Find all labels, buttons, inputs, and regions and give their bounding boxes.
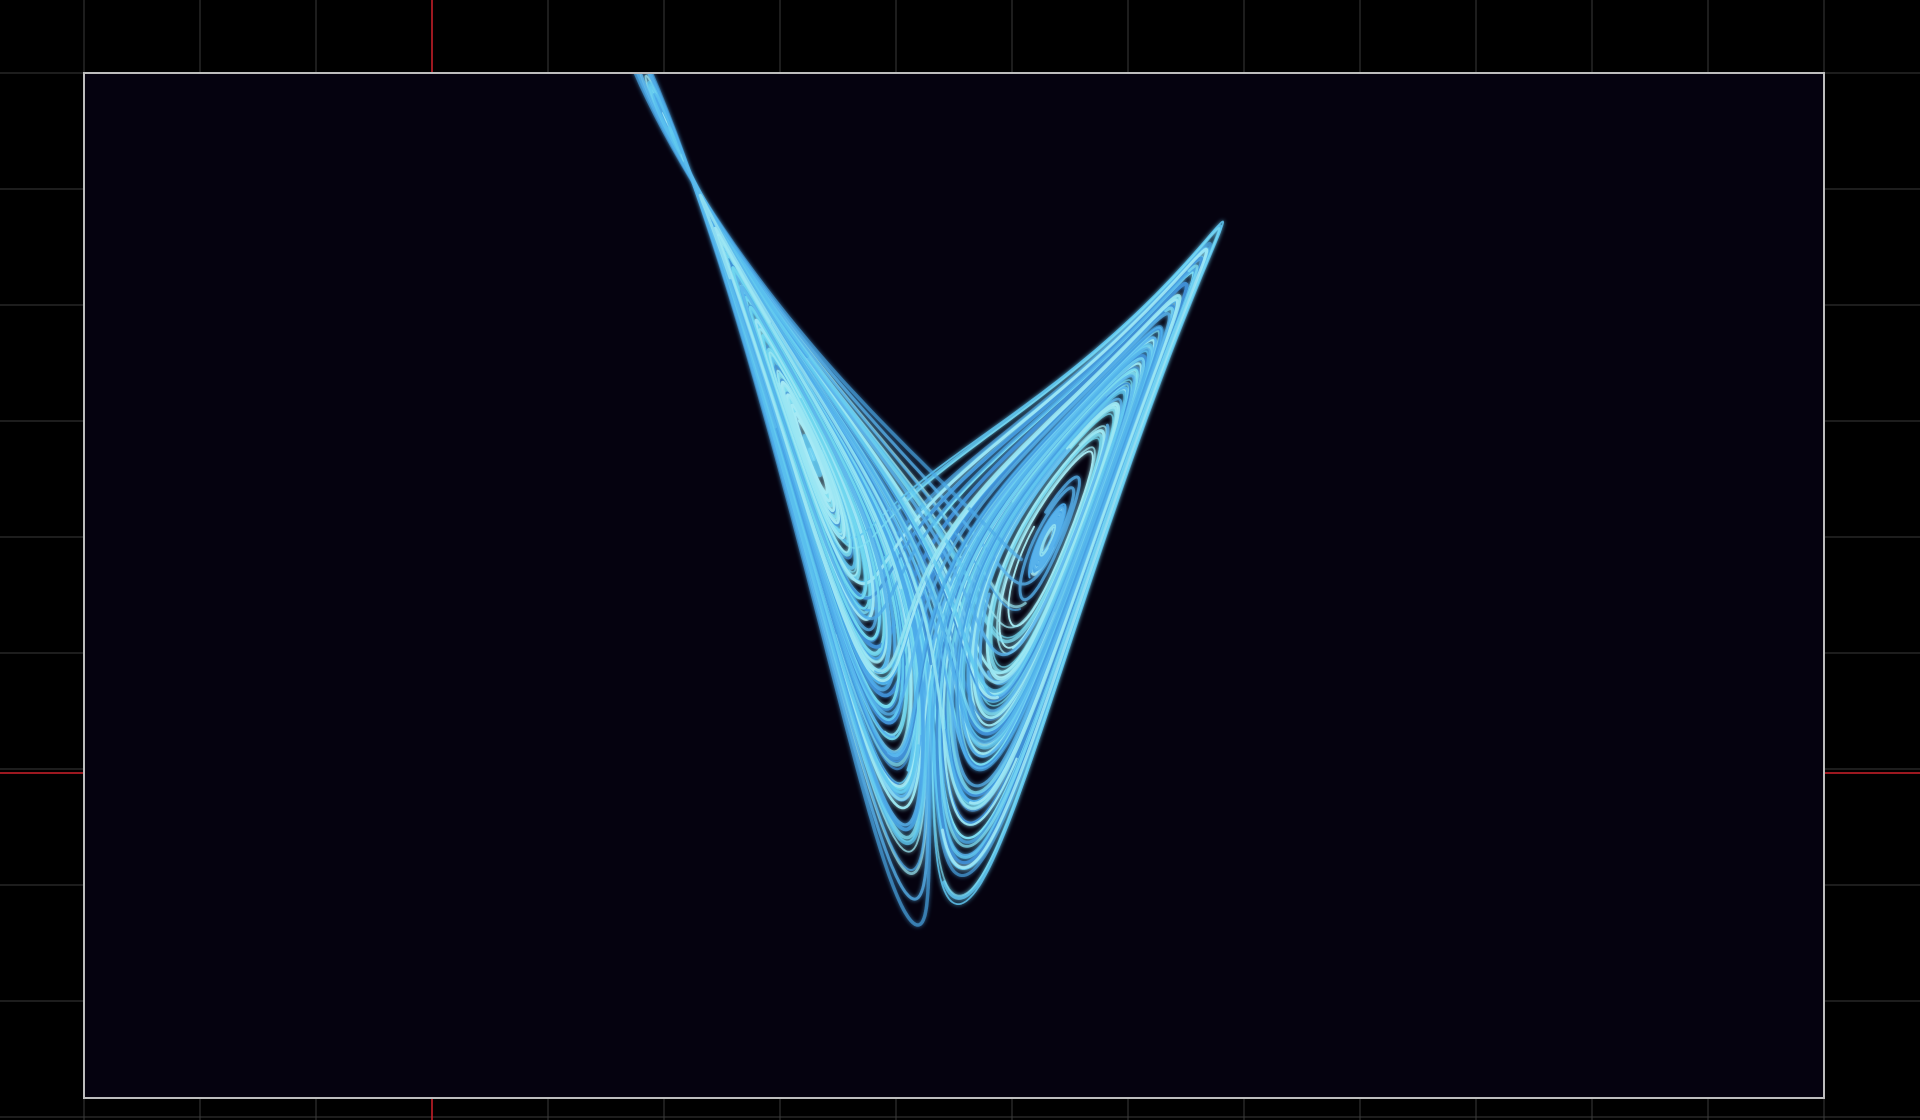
attractor-viewport — [0, 0, 1920, 1120]
visualization-stage — [0, 0, 1920, 1120]
